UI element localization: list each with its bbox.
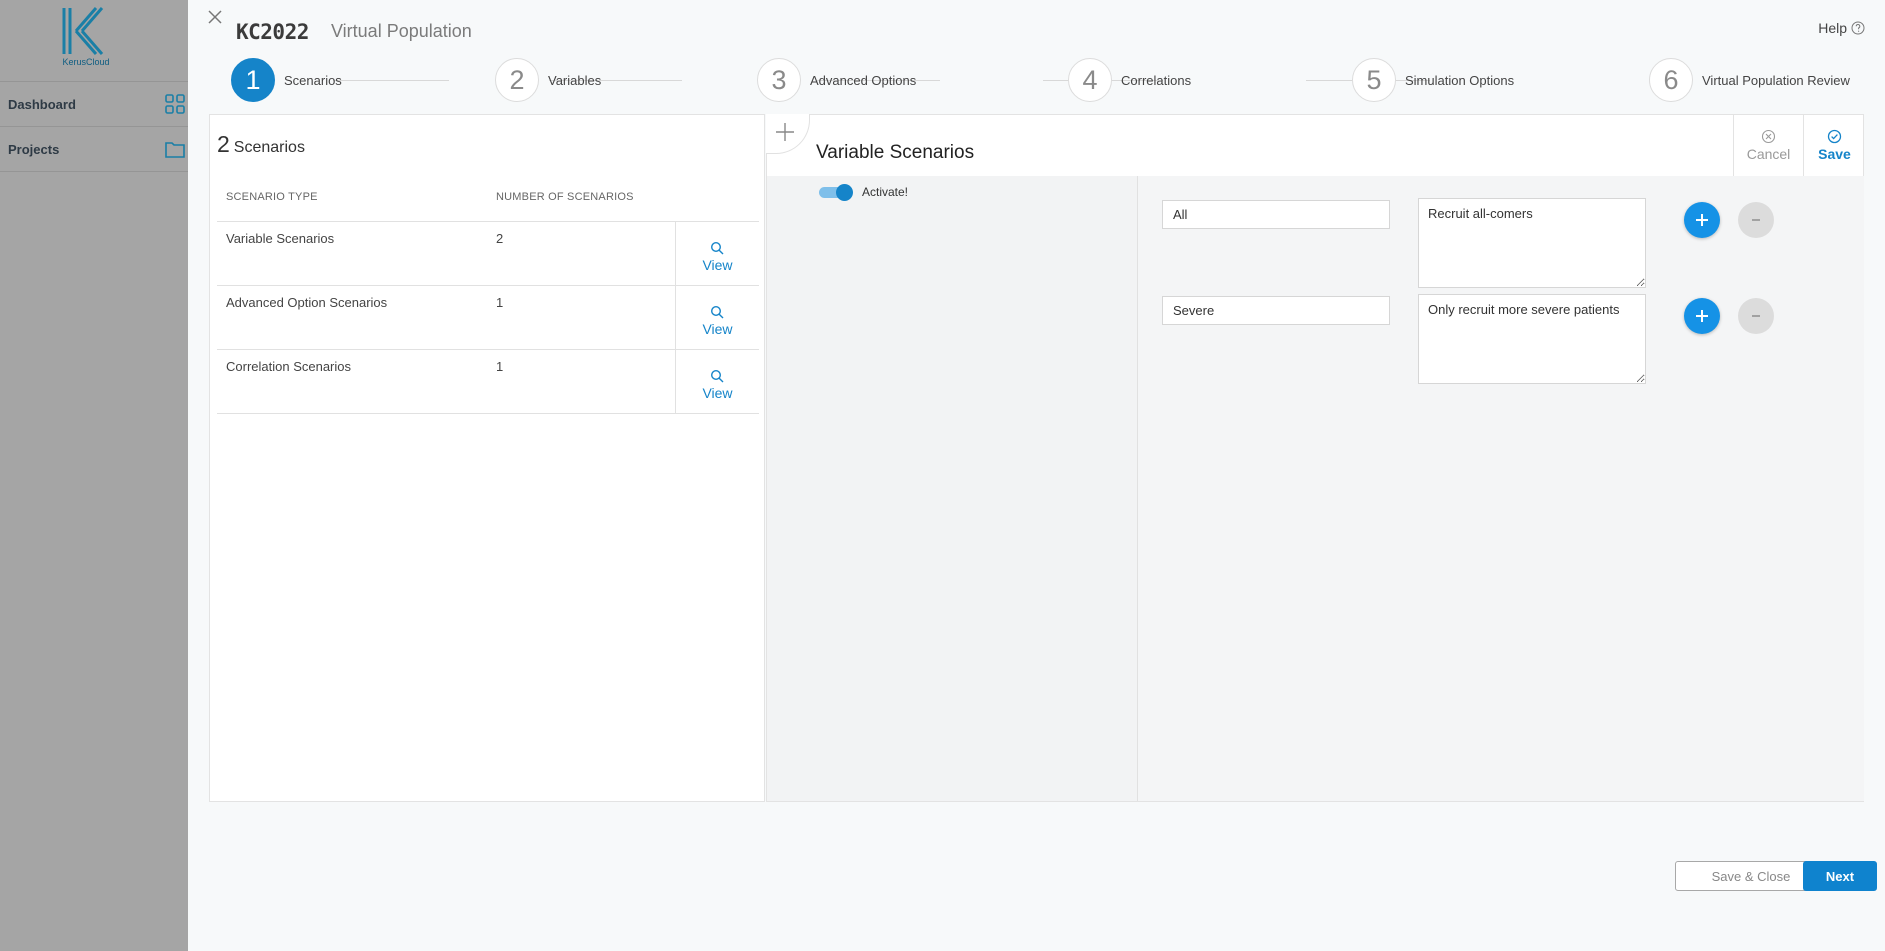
save-label: Save — [1818, 146, 1851, 162]
step-number: 5 — [1352, 58, 1396, 102]
table-row: Variable Scenarios 2 View — [217, 222, 759, 286]
scenario-count-cell: 2 — [496, 231, 504, 246]
cancel-circle-icon — [1761, 129, 1776, 144]
step-label: Advanced Options — [810, 72, 917, 88]
table-row: Advanced Option Scenarios 1 View — [217, 286, 759, 350]
cancel-button[interactable]: Cancel — [1733, 115, 1803, 176]
scenario-count-cell: 1 — [496, 295, 504, 310]
plus-icon — [1696, 310, 1708, 322]
project-code: KC2022 — [236, 20, 309, 44]
close-icon[interactable] — [204, 6, 226, 28]
next-button[interactable]: Next — [1803, 861, 1877, 891]
step-scenarios[interactable]: 1 Scenarios — [231, 58, 342, 102]
activate-control: Activate! — [819, 184, 909, 201]
check-circle-icon — [1827, 129, 1842, 144]
view-button[interactable]: View — [675, 222, 759, 285]
scenario-name-input[interactable] — [1162, 296, 1390, 325]
step-number: 6 — [1649, 58, 1693, 102]
remove-scenario-row-button[interactable] — [1738, 202, 1774, 238]
activate-label: Activate! — [862, 184, 909, 199]
step-number: 4 — [1068, 58, 1112, 102]
module-title: Virtual Population — [331, 21, 472, 41]
table-row: Correlation Scenarios 1 View — [217, 350, 759, 414]
help-link[interactable]: Help — [1818, 20, 1865, 36]
plus-icon — [1696, 214, 1708, 226]
step-label: Correlations — [1121, 72, 1192, 88]
view-button[interactable]: View — [675, 350, 759, 413]
wizard-stepper: 1 Scenarios 2 Variables 3 Advanced Optio… — [231, 58, 1871, 104]
step-number: 1 — [231, 58, 275, 102]
scenario-count: 2 — [217, 131, 230, 157]
step-correlations[interactable]: 4 Correlations — [1068, 58, 1191, 102]
scenario-row: Only recruit more severe patients — [1138, 272, 1864, 384]
column-header-number-of-scenarios: NUMBER OF SCENARIOS — [496, 191, 634, 203]
scenario-editor: Recruit all-comers Only recruit more sev… — [1137, 176, 1864, 801]
question-circle-icon — [1851, 21, 1865, 35]
scenario-name-input[interactable] — [1162, 200, 1390, 229]
step-label: Scenarios — [284, 72, 342, 88]
nav-item-dashboard[interactable]: Dashboard — [0, 82, 190, 127]
activate-toggle[interactable] — [819, 184, 853, 201]
logo-text: KerusCloud — [62, 57, 110, 67]
step-advanced-options[interactable]: 3 Advanced Options — [757, 58, 916, 102]
search-icon — [710, 369, 724, 382]
grid-icon — [165, 94, 185, 114]
scenario-count-cell: 1 — [496, 359, 504, 374]
remove-scenario-row-button[interactable] — [1738, 298, 1774, 334]
add-scenario-row-button[interactable] — [1684, 202, 1720, 238]
scenario-description-input[interactable]: Only recruit more severe patients — [1418, 294, 1646, 384]
folder-icon — [165, 142, 185, 158]
virtual-population-modal: KC2022 Virtual Population Help 1 Scenari… — [188, 0, 1885, 951]
step-variables[interactable]: 2 Variables — [495, 58, 601, 102]
search-icon — [710, 305, 724, 318]
scenario-table: Variable Scenarios 2 View Advanced Optio… — [217, 221, 759, 414]
plus-icon — [775, 122, 794, 141]
save-button[interactable]: Save — [1803, 115, 1865, 176]
nav-item-projects[interactable]: Projects — [0, 127, 190, 172]
nav-label: Dashboard — [8, 96, 76, 112]
view-label: View — [702, 256, 733, 273]
scenario-type-cell: Correlation Scenarios — [226, 359, 352, 374]
step-label: Simulation Options — [1405, 72, 1515, 88]
add-scenario-row-button[interactable] — [1684, 298, 1720, 334]
view-button[interactable]: View — [675, 286, 759, 349]
view-label: View — [702, 384, 733, 401]
nav-label: Projects — [8, 141, 60, 157]
help-label: Help — [1818, 20, 1847, 36]
step-simulation-options[interactable]: 5 Simulation Options — [1352, 58, 1514, 102]
scenario-type-cell: Advanced Option Scenarios — [226, 295, 388, 310]
column-header-scenario-type: SCENARIO TYPE — [226, 191, 318, 203]
step-number: 2 — [495, 58, 539, 102]
step-label: Variables — [548, 72, 602, 88]
step-number: 3 — [757, 58, 801, 102]
cancel-label: Cancel — [1746, 146, 1791, 162]
view-label: View — [702, 320, 733, 337]
step-virtual-population-review[interactable]: 6 Virtual Population Review — [1649, 58, 1850, 102]
scenario-summary-panel: 2 Scenarios SCENARIO TYPE NUMBER OF SCEN… — [209, 114, 765, 802]
panel-title: Variable Scenarios — [816, 142, 975, 163]
scenario-row: Recruit all-comers — [1138, 176, 1864, 288]
scenario-count-label: Scenarios — [233, 139, 305, 156]
search-icon — [710, 241, 724, 254]
scenario-type-cell: Variable Scenarios — [226, 231, 335, 246]
step-label: Virtual Population Review — [1702, 72, 1850, 88]
minus-icon — [1752, 315, 1760, 317]
scenario-count-heading: 2 Scenarios — [217, 131, 305, 158]
variable-scenarios-panel: Variable Scenarios Cancel Save Activate! — [766, 114, 1864, 802]
minus-icon — [1752, 219, 1760, 221]
